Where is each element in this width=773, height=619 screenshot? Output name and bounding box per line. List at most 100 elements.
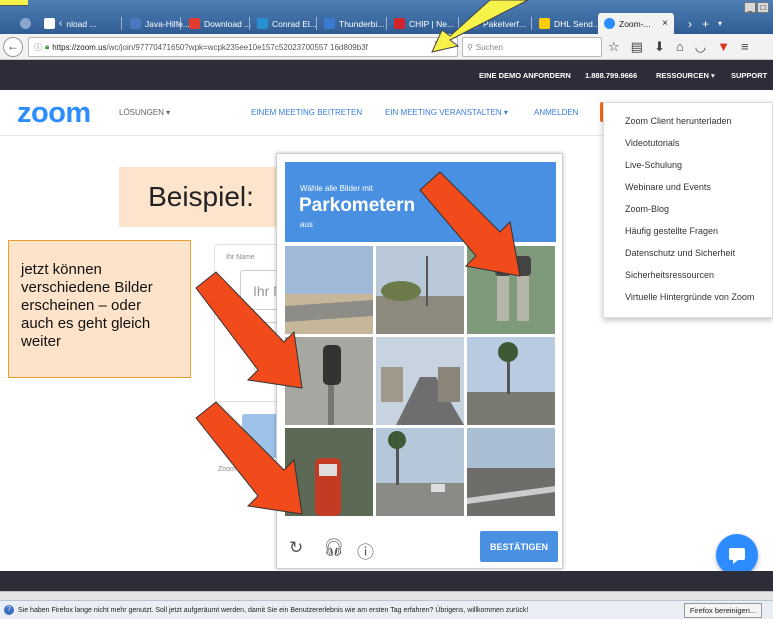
tab-close-icon[interactable]: × [662, 18, 668, 29]
street-photo [376, 337, 464, 425]
tab-label: DHL Send... [554, 18, 597, 29]
captcha-tile-9[interactable] [467, 428, 555, 516]
captcha-tile-4[interactable] [285, 337, 373, 425]
zoom-favicon-icon [604, 18, 615, 29]
tab-scroll-right-icon[interactable]: › [688, 17, 692, 31]
callout-edge [0, 0, 28, 6]
tab-label: CHIP | Ne... [409, 18, 455, 29]
highway-photo [467, 428, 555, 516]
dropdown-item[interactable]: Webinare und Events [625, 182, 711, 192]
solutions-menu[interactable]: LÖSUNGEN ▾ [119, 108, 170, 117]
resources-dropdown: Zoom Client herunterladen Videotutorials… [603, 102, 773, 318]
note-line: jetzt können [21, 261, 102, 278]
support-link[interactable]: SUPPORT [731, 71, 767, 80]
verify-button[interactable]: BESTÄTIGEN [480, 531, 558, 562]
horizontal-scrollbar[interactable] [0, 591, 773, 600]
captcha-instruction-suffix: aus [300, 220, 313, 229]
dropdown-item[interactable]: Live-Schulung [625, 160, 682, 170]
tab-4[interactable]: Thunderbi... [318, 13, 392, 34]
recaptcha-challenge: Wähle alle Bilder mit Parkometern aus ↻ … [276, 153, 563, 569]
minimize-icon[interactable]: _ [744, 2, 756, 13]
dropdown-item[interactable]: Sicherheitsressourcen [625, 270, 714, 280]
tab-3[interactable]: Conrad El... [251, 13, 321, 34]
dropdown-item[interactable]: Datenschutz und Sicherheit [625, 248, 735, 258]
chat-icon[interactable] [716, 534, 758, 576]
note-line: verschiedene Bilder [21, 279, 153, 296]
back-arrow-icon[interactable]: ← [3, 37, 23, 57]
tab-6[interactable]: Paketverf... [462, 13, 530, 34]
info-icon[interactable]: ⓘ [34, 42, 42, 53]
zoom-top-bar: EINE DEMO ANFORDERN 1.888.799.9666 RESSO… [0, 60, 773, 90]
tab-2[interactable]: Download ... [183, 13, 253, 34]
tab-favicon-icon [468, 18, 479, 29]
sign-in-link[interactable]: ANMELDEN [534, 108, 578, 117]
reader-icon[interactable]: ▤ [631, 39, 643, 55]
toolbar-icons: ☆ ▤ ⬇ ⌂ ◡ ▼ ≡ [608, 39, 749, 55]
host-meeting-menu[interactable]: EIN MEETING VERANSTALTEN ▾ [385, 108, 508, 117]
captcha-tile-7[interactable] [285, 428, 373, 516]
tab-zoom-active[interactable]: Zoom-... × [598, 13, 674, 34]
tab-7[interactable]: DHL Send... [533, 13, 597, 34]
join-meeting-link[interactable]: EINEM MEETING BEITRETEN [251, 108, 362, 117]
captcha-tile-1[interactable] [285, 246, 373, 334]
zoom-logo[interactable]: zoom [17, 97, 91, 130]
pocket-icon[interactable]: ◡ [695, 39, 706, 55]
url-bar[interactable]: ⓘ 🔒︎ https://zoom.us/wc/join/97770471650… [28, 37, 458, 57]
browser-tab-bar: ‹ nload ... Java-Hilfe... Download ... Co… [0, 0, 773, 34]
notification-text: Sie haben Firefox lange nicht mehr genut… [18, 607, 529, 614]
captcha-tile-2[interactable] [376, 246, 464, 334]
url-path: /wc/join/97770471650?wpk=wcpk235ee10e157… [106, 42, 368, 52]
dropdown-item[interactable]: Virtuelle Hintergründe von Zoom [625, 292, 754, 302]
info-icon[interactable]: ⓘ [357, 538, 374, 563]
maximize-icon[interactable]: □ [757, 2, 769, 13]
tab-label: Zoom-... [619, 18, 651, 29]
search-input[interactable]: ⚲ Suchen [462, 37, 602, 57]
tab-favicon-icon [324, 18, 335, 29]
menu-icon[interactable]: ≡ [741, 39, 749, 55]
dropdown-item[interactable]: Häufig gestellte Fragen [625, 226, 718, 236]
url-host: https://zoom.us [52, 42, 107, 52]
download-icon[interactable]: ⬇ [654, 39, 665, 55]
tab-label: Conrad El... [272, 18, 317, 29]
firefox-refresh-button[interactable]: Firefox bereinigen... [684, 603, 762, 618]
note-line: erscheinen – oder [21, 297, 142, 314]
headphones-icon[interactable]: 🎧︎ [323, 538, 345, 558]
captcha-tile-3[interactable] [467, 246, 555, 334]
tab-firefox-menu[interactable] [14, 13, 38, 34]
dropdown-item[interactable]: Zoom Client herunterladen [625, 116, 732, 126]
captcha-tile-6[interactable] [467, 337, 555, 425]
reload-icon[interactable]: ↻ [289, 538, 303, 558]
tab-favicon-icon [44, 18, 55, 29]
road-photo [285, 246, 373, 334]
browser-nav-bar: ← ⓘ 🔒︎ https://zoom.us/wc/join/977704716… [0, 34, 773, 60]
window-controls: _ □ [744, 2, 769, 13]
annotation-note: jetzt können verschiedene Bilder erschei… [8, 240, 191, 378]
tab-favicon-icon [130, 18, 141, 29]
tab-controls: › + ▾ [682, 13, 722, 34]
parking-meter-photo [285, 428, 373, 516]
captcha-tile-8[interactable] [376, 428, 464, 516]
captcha-target-word: Parkometern [299, 195, 416, 216]
bookmark-star-icon[interactable]: ☆ [608, 39, 620, 55]
new-tab-icon[interactable]: + [702, 17, 709, 31]
shield-icon[interactable]: ▼ [717, 39, 730, 55]
parking-meter-photo [467, 246, 555, 334]
globe-icon [20, 18, 31, 29]
reload-icon[interactable]: ↻ [434, 39, 443, 52]
tab-favicon-icon [394, 18, 405, 29]
phone-number[interactable]: 1.888.799.9666 [585, 71, 637, 80]
tab-label: Paketverf... [483, 18, 526, 29]
tab-list-icon[interactable]: ▾ [718, 19, 722, 28]
chat-bubble-icon [729, 548, 745, 564]
tab-favicon-icon [539, 18, 550, 29]
resources-menu[interactable]: RESSOURCEN ▾ [656, 71, 715, 80]
request-demo-link[interactable]: EINE DEMO ANFORDERN [479, 71, 571, 80]
tab-0[interactable]: ‹ nload ... [38, 13, 118, 34]
name-label: Ihr Name [226, 254, 255, 261]
home-icon[interactable]: ⌂ [676, 39, 684, 55]
dropdown-item[interactable]: Zoom-Blog [625, 204, 669, 214]
search-icon: ⚲ [467, 42, 473, 52]
dropdown-item[interactable]: Videotutorials [625, 138, 679, 148]
captcha-tile-5[interactable] [376, 337, 464, 425]
tab-5[interactable]: CHIP | Ne... [388, 13, 458, 34]
